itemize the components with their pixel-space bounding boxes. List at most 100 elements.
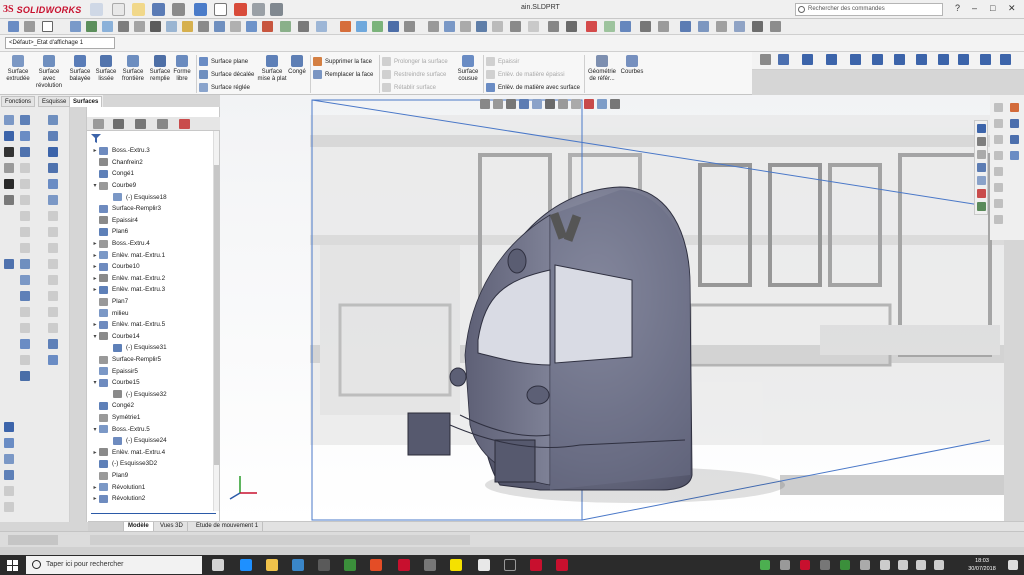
expand-toggle-icon[interactable]: ▸ bbox=[91, 286, 99, 293]
tree-item[interactable]: Plan6 bbox=[87, 226, 128, 238]
tree-item[interactable]: ▸ Enlèv. mat.-Extru.5 bbox=[87, 319, 165, 331]
revolved-surface-button[interactable]: Surface avec révolution bbox=[33, 55, 65, 90]
tool-icon-e[interactable] bbox=[280, 21, 291, 32]
filter-icon[interactable] bbox=[91, 134, 101, 143]
display-style-hud-icon[interactable] bbox=[558, 99, 568, 109]
tree-item[interactable]: Chanfrein2 bbox=[87, 157, 143, 169]
left-tool-icon[interactable] bbox=[4, 147, 14, 157]
volume-icon[interactable] bbox=[898, 560, 908, 570]
app-icon-5[interactable] bbox=[504, 559, 516, 571]
tool-icon-j[interactable] bbox=[372, 21, 383, 32]
left-tool-icon[interactable] bbox=[48, 163, 58, 173]
left-tool-icon[interactable] bbox=[4, 259, 14, 269]
tree-item[interactable]: (-) Esquisse3D2 bbox=[87, 458, 157, 470]
left-tool-icon[interactable] bbox=[48, 291, 58, 301]
tree-item[interactable]: Epaissir5 bbox=[87, 365, 138, 377]
tree-item[interactable]: Congé2 bbox=[87, 400, 134, 412]
3d-sketch-icon[interactable] bbox=[4, 422, 14, 432]
view-palette-tab-icon[interactable] bbox=[977, 176, 986, 185]
extend-surface-button[interactable]: Prolonger la surface bbox=[382, 56, 448, 67]
left-tool-icon[interactable] bbox=[20, 275, 30, 285]
circle-icon[interactable] bbox=[872, 54, 883, 65]
right-tool-icon[interactable] bbox=[1010, 103, 1019, 112]
section-view-icon[interactable] bbox=[519, 99, 529, 109]
zoom-fit-icon[interactable] bbox=[444, 21, 455, 32]
view-tools-icon-2[interactable] bbox=[698, 21, 709, 32]
tree-item[interactable]: milieu bbox=[87, 307, 128, 319]
right-tool-icon[interactable] bbox=[1010, 119, 1019, 128]
expand-toggle-icon[interactable]: ▾ bbox=[91, 426, 99, 433]
dynamic-annotation-icon[interactable] bbox=[532, 99, 542, 109]
fillet-button[interactable]: Congé bbox=[284, 55, 310, 76]
hide-show-icon[interactable] bbox=[492, 21, 503, 32]
left-tool-icon[interactable] bbox=[48, 227, 58, 237]
tool-icon-h[interactable] bbox=[340, 21, 351, 32]
property-manager-tab-icon[interactable] bbox=[113, 119, 124, 129]
app-icon-4[interactable] bbox=[478, 559, 490, 571]
system-clock[interactable]: 18:03 30/07/2018 bbox=[962, 557, 1002, 573]
flatten-surface-button[interactable]: Surface mise à plat bbox=[257, 55, 287, 83]
tree-item[interactable]: Plan9 bbox=[87, 470, 128, 482]
home-tab-icon[interactable] bbox=[977, 124, 986, 133]
right-tool-icon[interactable] bbox=[994, 199, 1003, 208]
display-icon[interactable] bbox=[182, 21, 193, 32]
gear-icon[interactable] bbox=[270, 3, 283, 16]
tree-item[interactable]: ▸ Courbe10 bbox=[87, 261, 140, 273]
resources-tab-icon[interactable] bbox=[977, 137, 986, 146]
tree-item[interactable]: (-) Esquisse32 bbox=[87, 389, 167, 401]
app-icon-1[interactable] bbox=[344, 559, 356, 571]
rollback-bar[interactable] bbox=[91, 513, 216, 514]
right-tool-icon[interactable] bbox=[994, 183, 1003, 192]
tool-icon-a[interactable] bbox=[214, 21, 225, 32]
left-tool-icon[interactable] bbox=[48, 179, 58, 189]
left-tool-icon[interactable] bbox=[48, 195, 58, 205]
left-tool-icon[interactable] bbox=[48, 115, 58, 125]
tool-icon-g[interactable] bbox=[316, 21, 327, 32]
solidworks-taskbar-icon[interactable] bbox=[398, 559, 410, 571]
ruled-surface-button[interactable]: Surface réglée bbox=[199, 82, 250, 93]
tree-item[interactable]: ▸ Révolution2 bbox=[87, 493, 145, 505]
zoom-icon[interactable] bbox=[428, 21, 439, 32]
tree-item[interactable]: (-) Esquisse18 bbox=[87, 191, 167, 203]
tab-fonctions[interactable]: Fonctions bbox=[1, 96, 36, 107]
zoom-area-icon[interactable] bbox=[493, 99, 503, 109]
left-tool-icon[interactable] bbox=[48, 211, 58, 221]
pan-icon[interactable] bbox=[460, 21, 471, 32]
left-tool-icon[interactable] bbox=[4, 115, 14, 125]
planar-surface-button[interactable]: Surface plane bbox=[199, 56, 248, 67]
app-icon-2[interactable] bbox=[424, 559, 436, 571]
left-tool-icon[interactable] bbox=[4, 179, 14, 189]
measure-icon[interactable] bbox=[118, 21, 129, 32]
freeform-button[interactable]: Forme libre bbox=[168, 55, 196, 83]
left-tool-icon[interactable] bbox=[4, 486, 14, 496]
chrome-icon[interactable] bbox=[370, 559, 382, 571]
display-style-icon[interactable] bbox=[528, 21, 539, 32]
left-tool-icon[interactable] bbox=[4, 454, 14, 464]
cartoon-icon[interactable] bbox=[658, 21, 669, 32]
expand-toggle-icon[interactable]: ▸ bbox=[91, 240, 99, 247]
design-library-tab-icon[interactable] bbox=[977, 150, 986, 159]
notifications-icon[interactable] bbox=[1008, 560, 1018, 570]
left-tool-icon[interactable] bbox=[20, 163, 30, 173]
expand-toggle-icon[interactable]: ▾ bbox=[91, 333, 99, 340]
left-tool-icon[interactable] bbox=[20, 355, 30, 365]
section-icon[interactable] bbox=[150, 21, 161, 32]
dimxpert-tab-icon[interactable] bbox=[157, 119, 168, 129]
expand-toggle-icon[interactable]: ▸ bbox=[91, 147, 99, 154]
text-sketch-icon[interactable] bbox=[1000, 54, 1011, 65]
view-icon[interactable] bbox=[102, 21, 113, 32]
tree-scrollbar[interactable] bbox=[213, 131, 219, 511]
trim-surface-button[interactable]: Restreindre surface bbox=[382, 69, 446, 80]
right-tool-icon[interactable] bbox=[994, 151, 1003, 160]
keyboard-icon[interactable] bbox=[934, 560, 944, 570]
left-tool-icon[interactable] bbox=[48, 355, 58, 365]
right-tool-icon[interactable] bbox=[994, 167, 1003, 176]
smart-dimension-icon[interactable] bbox=[86, 21, 97, 32]
tray-icon[interactable] bbox=[840, 560, 850, 570]
right-tool-icon[interactable] bbox=[994, 215, 1003, 224]
tree-item[interactable]: Congé1 bbox=[87, 168, 134, 180]
view-tools-icon-6[interactable] bbox=[770, 21, 781, 32]
tab-esquisse[interactable]: Esquisse bbox=[38, 96, 71, 107]
left-tool-icon[interactable] bbox=[20, 323, 30, 333]
expand-toggle-icon[interactable]: ▸ bbox=[91, 263, 99, 270]
